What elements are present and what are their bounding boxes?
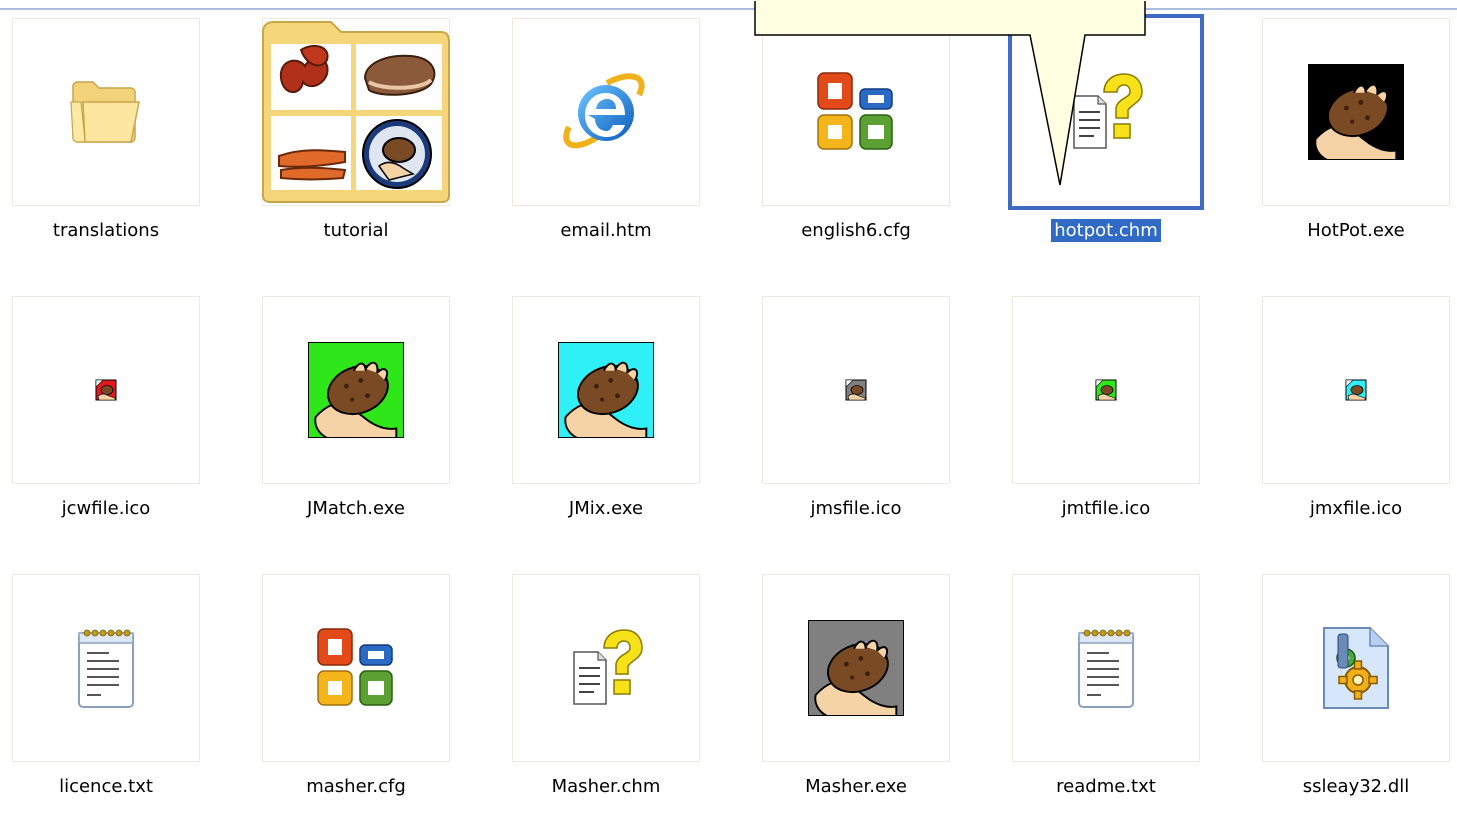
file-name-text: jmsfile.ico	[810, 498, 902, 519]
file-thumbnail[interactable]	[262, 18, 450, 206]
file-name-label[interactable]: masher.cfg	[250, 776, 462, 797]
file-name-label[interactable]: Masher.exe	[750, 776, 962, 797]
file-thumbnail[interactable]	[12, 18, 200, 206]
file-name-text: jmtfile.ico	[1061, 498, 1151, 519]
file-thumbnail[interactable]	[262, 574, 450, 762]
file-item[interactable]: readme.txt	[1000, 556, 1236, 816]
file-name-text: Masher.exe	[805, 776, 907, 797]
help-file-icon	[1068, 72, 1144, 152]
file-name-text: Masher.chm	[551, 776, 661, 797]
file-name-text: english6.cfg	[801, 220, 911, 241]
file-item[interactable]: jmxfile.ico	[1250, 278, 1457, 538]
office-cfg-icon	[814, 69, 898, 155]
file-name-text: jcwfile.ico	[61, 498, 151, 519]
hotpot-potato-black-icon	[1308, 64, 1404, 160]
file-name-label[interactable]: hotpot.chm	[1000, 219, 1212, 242]
file-name-text: JMix.exe	[568, 498, 644, 519]
file-name-label[interactable]: tutorial	[250, 220, 462, 241]
file-name-text: email.htm	[560, 220, 652, 241]
folder-icon	[69, 80, 143, 144]
internet-explorer-icon	[563, 69, 649, 155]
small-potato-green-icon	[1095, 379, 1117, 401]
file-name-label[interactable]: licence.txt	[0, 776, 212, 797]
file-item[interactable]: ssleay32.dll	[1250, 556, 1457, 816]
notepad-icon	[1073, 625, 1139, 711]
file-thumbnail[interactable]	[762, 18, 950, 206]
file-thumbnail[interactable]	[1262, 574, 1450, 762]
file-item[interactable]: HotPot.exe	[1250, 0, 1457, 260]
file-item[interactable]: Masher.exe	[750, 556, 986, 816]
file-thumbnail[interactable]	[512, 296, 700, 484]
file-name-label[interactable]: JMatch.exe	[250, 498, 462, 519]
small-potato-red-icon	[95, 379, 117, 401]
file-thumbnail[interactable]	[762, 574, 950, 762]
file-thumbnail[interactable]	[12, 296, 200, 484]
file-name-text: ssleay32.dll	[1302, 776, 1410, 797]
small-potato-gray-icon	[845, 379, 867, 401]
file-name-text: masher.cfg	[306, 776, 406, 797]
file-name-label[interactable]: Masher.chm	[500, 776, 712, 797]
potato-gray-icon	[808, 620, 904, 716]
file-item[interactable]: jmsfile.ico	[750, 278, 986, 538]
potato-green-icon	[308, 342, 404, 438]
file-name-text: HotPot.exe	[1307, 220, 1405, 241]
small-potato-cyan-icon	[1345, 379, 1367, 401]
file-name-text: tutorial	[323, 220, 389, 241]
file-thumbnail[interactable]	[1262, 18, 1450, 206]
potato-cyan-icon	[558, 342, 654, 438]
file-item[interactable]: masher.cfg	[250, 556, 486, 816]
file-thumbnail[interactable]	[1012, 574, 1200, 762]
help-file-icon	[568, 628, 644, 708]
file-item[interactable]: JMatch.exe	[250, 278, 486, 538]
office-cfg-icon	[314, 625, 398, 711]
file-name-label[interactable]: email.htm	[500, 220, 712, 241]
file-name-label[interactable]: readme.txt	[1000, 776, 1212, 797]
file-name-label[interactable]: jcwfile.ico	[0, 498, 212, 519]
file-thumbnail[interactable]	[1262, 296, 1450, 484]
file-name-label[interactable]: jmxfile.ico	[1250, 498, 1457, 519]
file-item[interactable]: JMix.exe	[500, 278, 736, 538]
file-thumbnail[interactable]	[512, 18, 700, 206]
file-name-label[interactable]: ssleay32.dll	[1250, 776, 1457, 797]
file-thumbnail[interactable]	[262, 296, 450, 484]
file-name-text: jmxfile.ico	[1309, 498, 1403, 519]
file-thumbnail-grid: translations tutorial email.htm english6…	[0, 0, 1457, 800]
file-name-text: readme.txt	[1056, 776, 1156, 797]
file-thumbnail[interactable]	[1008, 14, 1204, 210]
file-name-label[interactable]: translations	[0, 220, 212, 241]
file-thumbnail[interactable]	[512, 574, 700, 762]
file-thumbnail[interactable]	[1012, 296, 1200, 484]
file-thumbnail[interactable]	[12, 574, 200, 762]
file-item[interactable]: jcwfile.ico	[0, 278, 236, 538]
file-item[interactable]: Masher.chm	[500, 556, 736, 816]
file-item[interactable]: translations	[0, 0, 236, 260]
file-name-label[interactable]: jmtfile.ico	[1000, 498, 1212, 519]
file-name-text: hotpot.chm	[1051, 219, 1161, 242]
file-name-label[interactable]: HotPot.exe	[1250, 220, 1457, 241]
tutorial-folder-thumbnail-icon	[261, 20, 451, 204]
file-name-label[interactable]: english6.cfg	[750, 220, 962, 241]
file-item[interactable]: licence.txt	[0, 556, 236, 816]
file-item[interactable]: jmtfile.ico	[1000, 278, 1236, 538]
file-item[interactable]: hotpot.chm	[1000, 0, 1236, 260]
notepad-icon	[73, 625, 139, 711]
file-name-label[interactable]: JMix.exe	[500, 498, 712, 519]
file-item[interactable]: english6.cfg	[750, 0, 986, 260]
file-name-text: licence.txt	[59, 776, 153, 797]
file-name-text: translations	[52, 220, 160, 241]
file-thumbnail[interactable]	[762, 296, 950, 484]
dll-gear-icon	[1320, 624, 1392, 712]
file-item[interactable]: email.htm	[500, 0, 736, 260]
file-item[interactable]: tutorial	[250, 0, 486, 260]
file-name-label[interactable]: jmsfile.ico	[750, 498, 962, 519]
file-name-text: JMatch.exe	[307, 498, 405, 519]
